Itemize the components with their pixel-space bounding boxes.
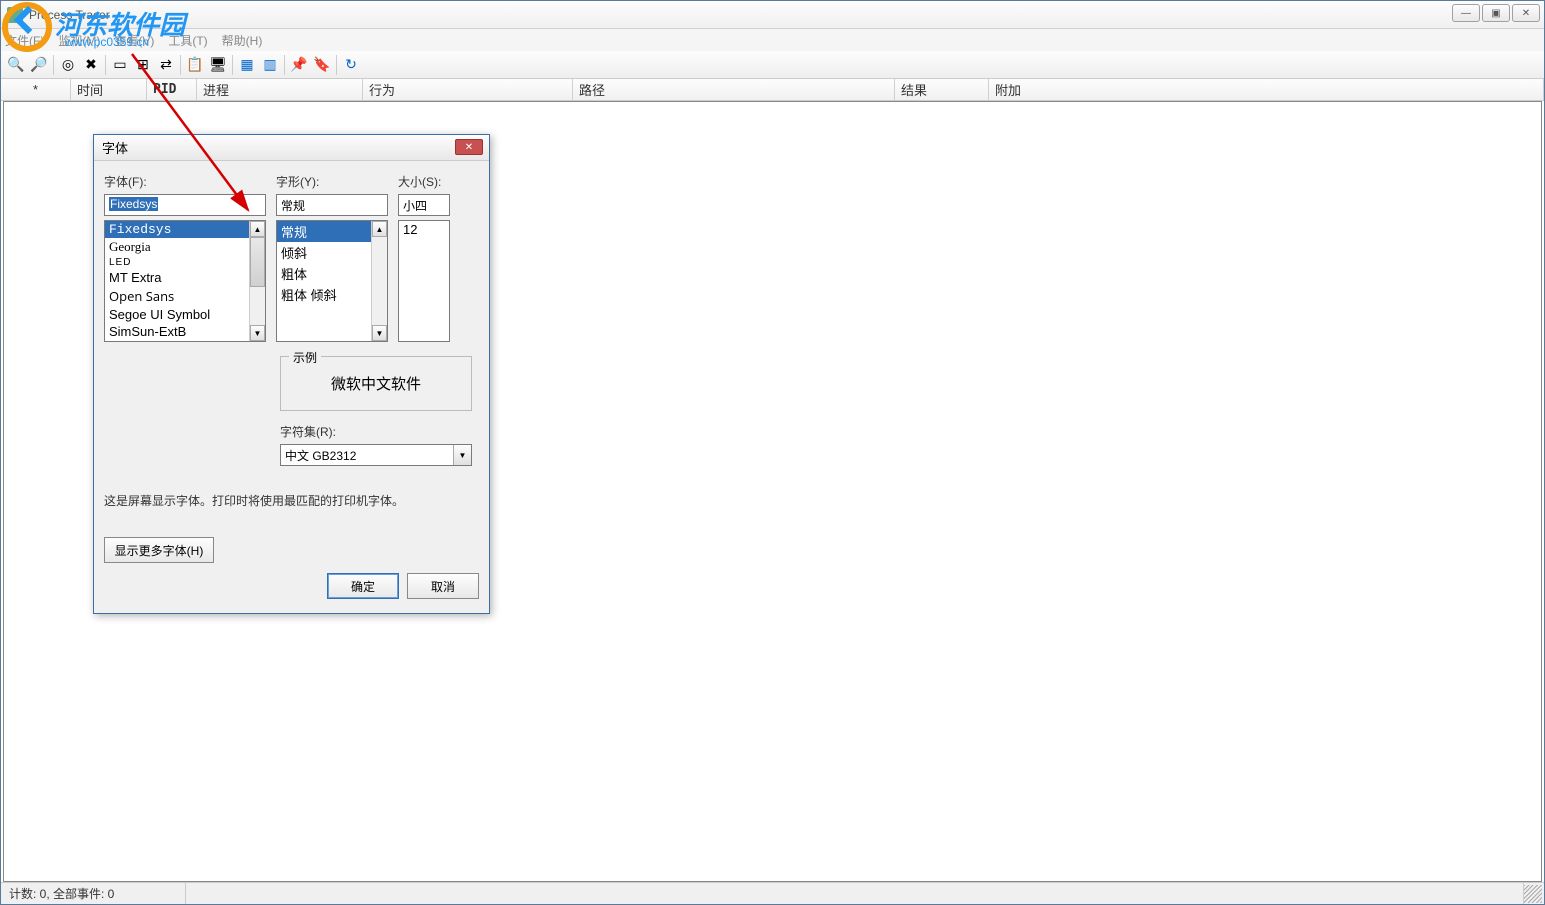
tool-zoom-icon[interactable]: 🔍 xyxy=(5,54,27,76)
toolbar-separator xyxy=(53,55,54,75)
menu-file[interactable]: 文件(F) xyxy=(5,32,44,49)
scroll-up-icon[interactable]: ▲ xyxy=(372,221,387,237)
minimize-button[interactable]: — xyxy=(1452,4,1480,22)
cancel-button[interactable]: 取消 xyxy=(407,573,479,599)
chevron-down-icon[interactable]: ▼ xyxy=(453,445,471,465)
col-result[interactable]: 结果 xyxy=(895,79,989,100)
hint-text: 这是屏幕显示字体。打印时将使用最匹配的打印机字体。 xyxy=(104,492,479,509)
toolbar-separator xyxy=(232,55,233,75)
list-item[interactable]: Segoe UI Symbol xyxy=(105,306,265,323)
col-process[interactable]: 进程 xyxy=(197,79,363,100)
tool-bookmark-icon[interactable]: 🔖 xyxy=(311,54,333,76)
col-extra[interactable]: 附加 xyxy=(989,79,1544,100)
charset-label: 字符集(R): xyxy=(280,423,479,440)
column-headers: * 时间 PID 进程 行为 路径 结果 附加 xyxy=(1,79,1544,101)
size-listbox[interactable]: 12 xyxy=(398,220,450,342)
font-label: 字体(F): xyxy=(104,173,266,190)
menu-view[interactable]: 查看(V) xyxy=(114,32,154,49)
ok-button[interactable]: 确定 xyxy=(327,573,399,599)
toolbar-separator xyxy=(180,55,181,75)
list-item[interactable]: MT Extra xyxy=(105,269,265,286)
scroll-up-icon[interactable]: ▲ xyxy=(250,221,265,237)
tool-pin-icon[interactable]: 📌 xyxy=(288,54,310,76)
charset-dropdown[interactable]: 中文 GB2312 ▼ xyxy=(280,444,472,466)
col-time[interactable]: 时间 xyxy=(71,79,147,100)
tool-window-icon[interactable]: ▭ xyxy=(109,54,131,76)
sample-box: 示例 微软中文软件 xyxy=(280,356,472,411)
style-input[interactable]: 常规 xyxy=(276,194,388,216)
app-icon xyxy=(7,7,23,23)
toolbar-separator xyxy=(336,55,337,75)
tool-search-icon[interactable]: 🔎 xyxy=(28,54,50,76)
statusbar: 计数: 0, 全部事件: 0 xyxy=(1,882,1544,904)
scroll-down-icon[interactable]: ▼ xyxy=(250,325,265,341)
toolbar: 🔍 🔎 ◎ ✖ ▭ ⊞ ⇄ 📋 🖥 ▦ ▥ 📌 🔖 ↻ xyxy=(1,51,1544,79)
more-fonts-button[interactable]: 显示更多字体(H) xyxy=(104,537,214,563)
dialog-titlebar[interactable]: 字体 ✕ xyxy=(94,135,489,161)
style-listbox[interactable]: 常规 倾斜 粗体 粗体 倾斜 ▲ ▼ xyxy=(276,220,388,342)
dialog-close-button[interactable]: ✕ xyxy=(455,139,483,155)
titlebar[interactable]: Process Tracer — ▣ ✕ xyxy=(1,1,1544,29)
maximize-button[interactable]: ▣ xyxy=(1482,4,1510,22)
scrollbar[interactable]: ▲ ▼ xyxy=(371,221,387,341)
menubar: 文件(F) 监视(M) 查看(V) 工具(T) 帮助(H) xyxy=(1,29,1544,51)
col-path[interactable]: 路径 xyxy=(573,79,895,100)
close-button[interactable]: ✕ xyxy=(1512,4,1540,22)
tool-clear-icon[interactable]: ✖ xyxy=(80,54,102,76)
scrollbar[interactable]: ▲ ▼ xyxy=(249,221,265,341)
charset-value: 中文 GB2312 xyxy=(285,447,356,464)
size-label: 大小(S): xyxy=(398,173,450,190)
list-item[interactable]: SimSun-ExtB xyxy=(105,323,265,340)
toolbar-separator xyxy=(105,55,106,75)
dialog-title-text: 字体 xyxy=(102,138,128,157)
status-empty xyxy=(186,883,1524,904)
size-input[interactable]: 小四 xyxy=(398,194,450,216)
list-item[interactable]: Open Sans xyxy=(105,286,265,306)
col-star[interactable]: * xyxy=(1,79,71,100)
menu-tools[interactable]: 工具(T) xyxy=(168,32,207,49)
col-pid[interactable]: PID xyxy=(147,79,197,100)
app-title: Process Tracer xyxy=(29,8,110,22)
tool-flow-icon[interactable]: ⇄ xyxy=(155,54,177,76)
menu-monitor[interactable]: 监视(M) xyxy=(58,32,100,49)
style-label: 字形(Y): xyxy=(276,173,388,190)
font-input[interactable]: Fixedsys xyxy=(104,194,266,216)
tool-tree-icon[interactable]: ⊞ xyxy=(132,54,154,76)
scroll-down-icon[interactable]: ▼ xyxy=(372,325,387,341)
list-item[interactable]: Fixedsys xyxy=(105,221,265,238)
list-item[interactable]: LED xyxy=(105,256,265,269)
list-item[interactable]: 12 xyxy=(399,221,449,238)
menu-help[interactable]: 帮助(H) xyxy=(222,32,263,49)
resize-grip-icon[interactable] xyxy=(1524,885,1542,903)
tool-filter1-icon[interactable]: ▦ xyxy=(236,54,258,76)
list-item[interactable]: Georgia xyxy=(105,238,265,256)
tool-refresh-icon[interactable]: ↻ xyxy=(340,54,362,76)
sample-label: 示例 xyxy=(289,349,321,366)
tool-filter2-icon[interactable]: ▥ xyxy=(259,54,281,76)
tool-monitor-icon[interactable]: 🖥 xyxy=(207,54,229,76)
col-action[interactable]: 行为 xyxy=(363,79,573,100)
font-dialog: 字体 ✕ 字体(F): Fixedsys Fixedsys Georgia LE… xyxy=(93,134,490,614)
tool-copy-icon[interactable]: 📋 xyxy=(184,54,206,76)
status-count: 计数: 0, 全部事件: 0 xyxy=(1,883,186,904)
tool-target-icon[interactable]: ◎ xyxy=(57,54,79,76)
font-listbox[interactable]: Fixedsys Georgia LED MT Extra Open Sans … xyxy=(104,220,266,342)
toolbar-separator xyxy=(284,55,285,75)
scroll-thumb[interactable] xyxy=(250,237,265,287)
sample-text: 微软中文软件 xyxy=(331,376,421,393)
